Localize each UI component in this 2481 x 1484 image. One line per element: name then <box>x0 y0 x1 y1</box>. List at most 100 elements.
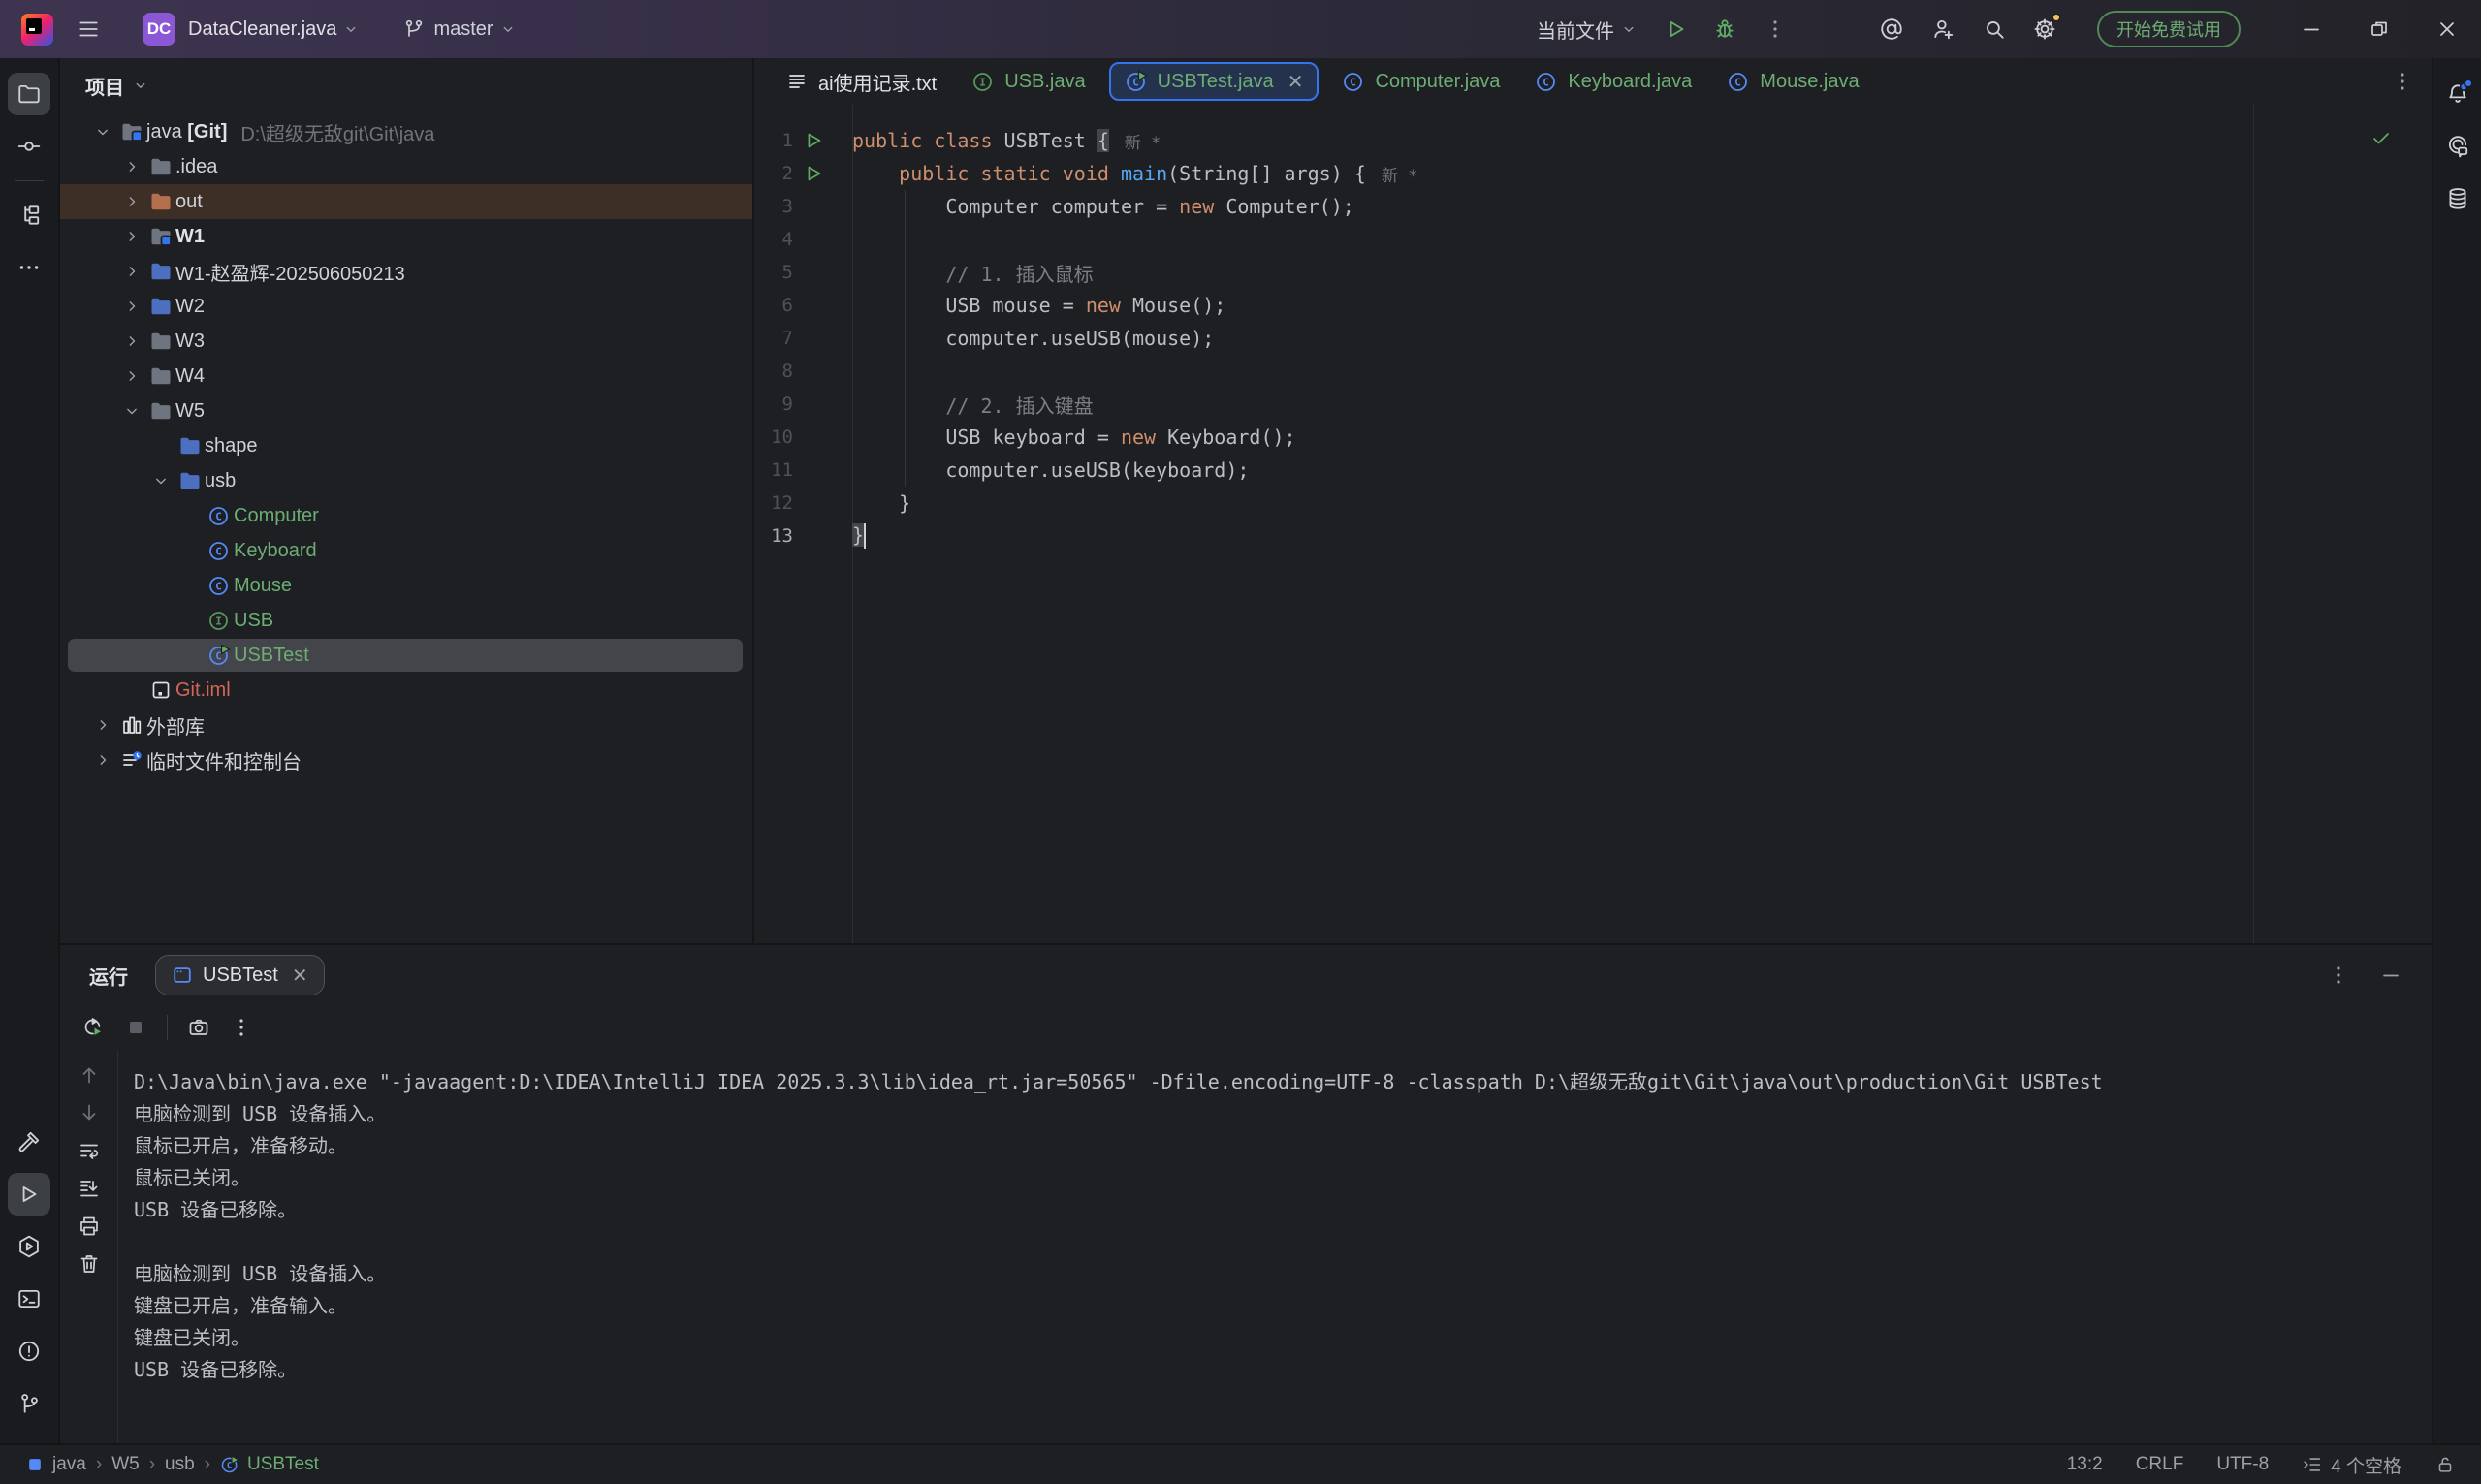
project-selector[interactable]: DataCleaner.java <box>188 18 336 41</box>
chevron-right-icon[interactable] <box>88 750 117 770</box>
project-badge[interactable]: DC <box>143 13 175 46</box>
code-line-4[interactable]: 4 <box>754 223 2432 256</box>
tree-item-USB[interactable]: IUSB <box>60 603 752 638</box>
breadcrumb-USBTest[interactable]: CUSBTest <box>220 1454 319 1475</box>
tree-item-W1[interactable]: W1 <box>60 219 752 254</box>
tree-item-.idea[interactable]: .idea <box>60 149 752 184</box>
tree-item-W2[interactable]: W2 <box>60 289 752 324</box>
chevron-right-icon[interactable] <box>117 262 146 281</box>
arrow-up-icon[interactable] <box>78 1063 101 1087</box>
tree-item-Git.iml[interactable]: Git.iml <box>60 673 752 708</box>
console-output[interactable]: D:\Java\bin\java.exe "-javaagent:D:\IDEA… <box>118 1050 2432 1443</box>
start-trial-button[interactable]: 开始免费试用 <box>2097 11 2241 47</box>
main-menu-button[interactable] <box>69 10 108 48</box>
database-button[interactable] <box>2436 177 2479 220</box>
tree-item-Keyboard[interactable]: CKeyboard <box>60 533 752 568</box>
run-panel-title[interactable]: 运行 <box>89 962 128 990</box>
tree-item-out[interactable]: out <box>60 184 752 219</box>
tree-item-W5[interactable]: W5 <box>60 394 752 428</box>
breadcrumb-java[interactable]: java <box>25 1454 86 1475</box>
rerun-icon[interactable] <box>81 1016 105 1039</box>
editor-tab-Mouse.java[interactable]: CMouse.java <box>1709 58 1876 105</box>
scroll-to-end-icon[interactable] <box>78 1177 101 1200</box>
commit-button[interactable] <box>8 125 50 168</box>
structure-button[interactable] <box>8 194 50 237</box>
print-icon[interactable] <box>78 1215 101 1238</box>
code-line-6[interactable]: 6 USB mouse = new Mouse(); <box>754 289 2432 322</box>
code-line-1[interactable]: 1public class USBTest {新 * <box>754 124 2432 157</box>
editor-tab-USB.java[interactable]: IUSB.java <box>954 58 1102 105</box>
build-hammer-button[interactable] <box>8 1121 50 1163</box>
editor-tab-USBTest.java[interactable]: CUSBTest.java✕ <box>1109 62 1320 101</box>
terminal-button[interactable] <box>8 1278 50 1320</box>
chevron-right-icon[interactable] <box>117 366 146 386</box>
tree-item-usb[interactable]: usb <box>60 463 752 498</box>
project-panel-title[interactable]: 项目 <box>85 72 124 100</box>
tree-item-USBTest[interactable]: CUSBTest <box>60 638 752 673</box>
run-line-icon[interactable] <box>803 163 832 184</box>
close-run-tab-icon[interactable]: ✕ <box>292 963 308 988</box>
inspections-ok-icon[interactable] <box>2370 126 2393 149</box>
chevron-right-icon[interactable] <box>117 157 146 176</box>
breadcrumb-W5[interactable]: W5 <box>111 1454 140 1475</box>
run-line-icon[interactable] <box>803 130 832 151</box>
encoding-indicator[interactable]: UTF-8 <box>2216 1454 2269 1475</box>
chevron-right-icon[interactable] <box>117 192 146 211</box>
chevron-down-icon[interactable] <box>88 122 117 142</box>
code-line-9[interactable]: 9 // 2. 插入键盘 <box>754 388 2432 421</box>
editor-tab-Computer.java[interactable]: CComputer.java <box>1324 58 1517 105</box>
close-tab-icon[interactable]: ✕ <box>1288 70 1304 94</box>
debug-button[interactable] <box>1705 10 1744 48</box>
run-panel-options-icon[interactable] <box>2327 963 2350 987</box>
more-run-options-button[interactable] <box>1756 10 1795 48</box>
more-vertical-icon[interactable] <box>230 1016 253 1039</box>
screenshot-icon[interactable] <box>187 1016 210 1039</box>
minimize-button[interactable] <box>2277 0 2345 58</box>
code-line-13[interactable]: 13} <box>754 520 2432 553</box>
editor-tab-Keyboard.java[interactable]: CKeyboard.java <box>1517 58 1709 105</box>
services-button[interactable] <box>8 1225 50 1268</box>
run-config-selector[interactable]: 当前文件 <box>1537 16 1638 44</box>
code-line-11[interactable]: 11 computer.useUSB(keyboard); <box>754 454 2432 487</box>
search-everywhere-button[interactable] <box>1975 10 2014 48</box>
caret-position[interactable]: 13:2 <box>2067 1454 2103 1475</box>
ai-assistant-button[interactable] <box>1872 10 1911 48</box>
project-folder-button[interactable] <box>8 73 50 115</box>
run-play-button[interactable] <box>8 1173 50 1216</box>
tree-item-java[interactable]: java [Git]D:\超级无敌git\Git\java <box>60 114 752 149</box>
chevron-right-icon[interactable] <box>117 227 146 246</box>
breadcrumb-usb[interactable]: usb <box>165 1454 195 1475</box>
chevron-down-icon[interactable] <box>132 77 149 94</box>
chevron-down-icon[interactable] <box>117 401 146 421</box>
line-ending-indicator[interactable]: CRLF <box>2136 1454 2184 1475</box>
tree-item-Computer[interactable]: CComputer <box>60 498 752 533</box>
clear-trash-icon[interactable] <box>78 1252 101 1276</box>
code-line-10[interactable]: 10 USB keyboard = new Keyboard(); <box>754 421 2432 454</box>
soft-wrap-icon[interactable] <box>78 1139 101 1162</box>
code-editor[interactable]: 1public class USBTest {新 *2 public stati… <box>754 105 2432 943</box>
code-line-8[interactable]: 8 <box>754 355 2432 388</box>
ai-chat-button[interactable] <box>2436 125 2479 168</box>
notifications-button[interactable] <box>2436 73 2479 115</box>
arrow-down-icon[interactable] <box>78 1101 101 1124</box>
tree-item-shape[interactable]: shape <box>60 428 752 463</box>
code-line-12[interactable]: 12 } <box>754 487 2432 520</box>
tree-item-W3[interactable]: W3 <box>60 324 752 359</box>
tree-item-W1---202506050213[interactable]: W1-赵盈辉-202506050213 <box>60 254 752 289</box>
code-line-2[interactable]: 2 public static void main(String[] args)… <box>754 157 2432 190</box>
editor-tab-ai-.txt[interactable]: ai使用记录.txt <box>768 58 954 105</box>
restore-button[interactable] <box>2345 0 2413 58</box>
tree-item--[interactable]: 临时文件和控制台 <box>60 742 752 777</box>
code-with-me-button[interactable] <box>1924 10 1963 48</box>
chevron-down-icon[interactable] <box>146 471 175 490</box>
editor-tab-options-icon[interactable] <box>2391 70 2414 93</box>
tree-item-W4[interactable]: W4 <box>60 359 752 394</box>
chevron-right-icon[interactable] <box>117 297 146 316</box>
code-line-5[interactable]: 5 // 1. 插入鼠标 <box>754 256 2432 289</box>
code-line-7[interactable]: 7 computer.useUSB(mouse); <box>754 322 2432 355</box>
git-branch-button[interactable] <box>8 1382 50 1425</box>
more-horizontal-button[interactable] <box>8 246 50 289</box>
close-button[interactable] <box>2413 0 2481 58</box>
problems-button[interactable] <box>8 1330 50 1373</box>
tree-item-Mouse[interactable]: CMouse <box>60 568 752 603</box>
